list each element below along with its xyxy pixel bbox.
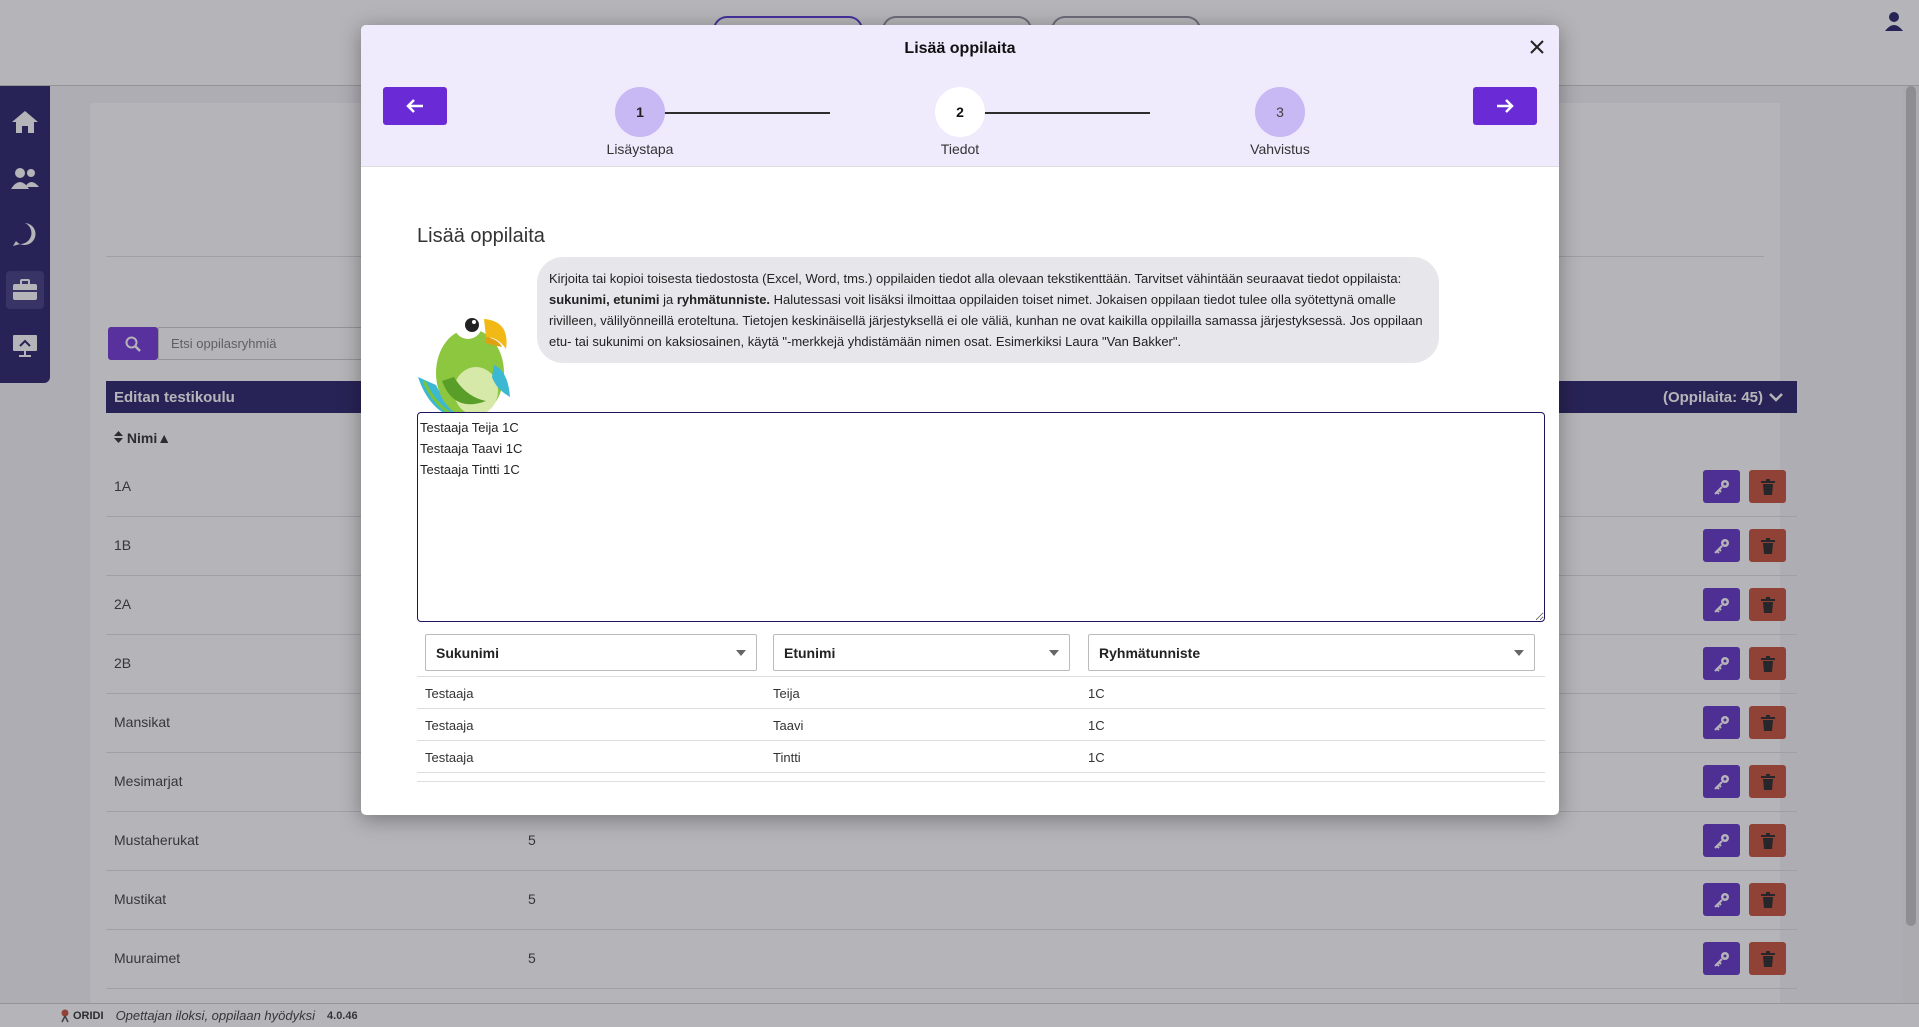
preview-cell: Tintti	[773, 750, 801, 765]
modal-title: Lisää oppilaita	[904, 40, 1016, 57]
column-select-1[interactable]: Sukunimi	[425, 634, 757, 671]
caret-down-icon	[1514, 649, 1524, 656]
previous-step-button[interactable]	[383, 87, 447, 125]
preview-row: Testaaja Teija 1C	[417, 677, 1545, 709]
step-2-circle: 2	[935, 87, 985, 137]
step-1[interactable]: 1 Lisäystapa	[570, 87, 710, 157]
caret-down-icon	[1049, 649, 1059, 656]
preview-cell: Testaaja	[425, 686, 474, 701]
step-2[interactable]: 2 Tiedot	[890, 87, 1030, 157]
step-2-label: Tiedot	[940, 141, 980, 157]
column-select-3[interactable]: Ryhmätunniste	[1088, 634, 1535, 671]
preview-table: Testaaja Teija 1C Testaaja Taavi 1C Testaaja Ti…	[417, 676, 1545, 773]
preview-cell: Teija	[773, 686, 800, 701]
step-3-label: Vahvistus	[1250, 141, 1310, 157]
preview-cell: 1C	[1088, 750, 1105, 765]
caret-down-icon	[736, 649, 746, 656]
students-textarea[interactable]: Testaaja Teija 1C Testaaja Taavi 1C Test…	[417, 412, 1545, 622]
close-button[interactable]	[1527, 37, 1547, 57]
step-3-circle: 3	[1255, 87, 1305, 137]
section-title: Lisää oppilaita	[417, 225, 545, 247]
next-step-button[interactable]	[1473, 87, 1537, 125]
modal-header: Lisää oppilaita 1 Lisäystapa 2 Tiedot 3 …	[361, 25, 1559, 167]
close-icon	[1530, 40, 1544, 54]
add-students-modal: Lisää oppilaita 1 Lisäystapa 2 Tiedot 3 …	[361, 25, 1559, 815]
preview-row: Testaaja Taavi 1C	[417, 709, 1545, 741]
preview-cell: 1C	[1088, 686, 1105, 701]
preview-cell: Testaaja	[425, 750, 474, 765]
arrow-left-icon	[406, 99, 423, 113]
step-1-label: Lisäystapa	[606, 141, 674, 157]
preview-row: Testaaja Tintti 1C	[417, 741, 1545, 773]
preview-cell: Taavi	[773, 718, 804, 733]
step-1-circle: 1	[615, 87, 665, 137]
preview-cell: 1C	[1088, 718, 1105, 733]
step-3[interactable]: 3 Vahvistus	[1210, 87, 1350, 157]
arrow-right-icon	[1497, 99, 1514, 113]
preview-cell: Testaaja	[425, 718, 474, 733]
instructions-bubble: Kirjoita tai kopioi toisesta tiedostosta…	[537, 257, 1439, 363]
column-select-2[interactable]: Etunimi	[773, 634, 1070, 671]
